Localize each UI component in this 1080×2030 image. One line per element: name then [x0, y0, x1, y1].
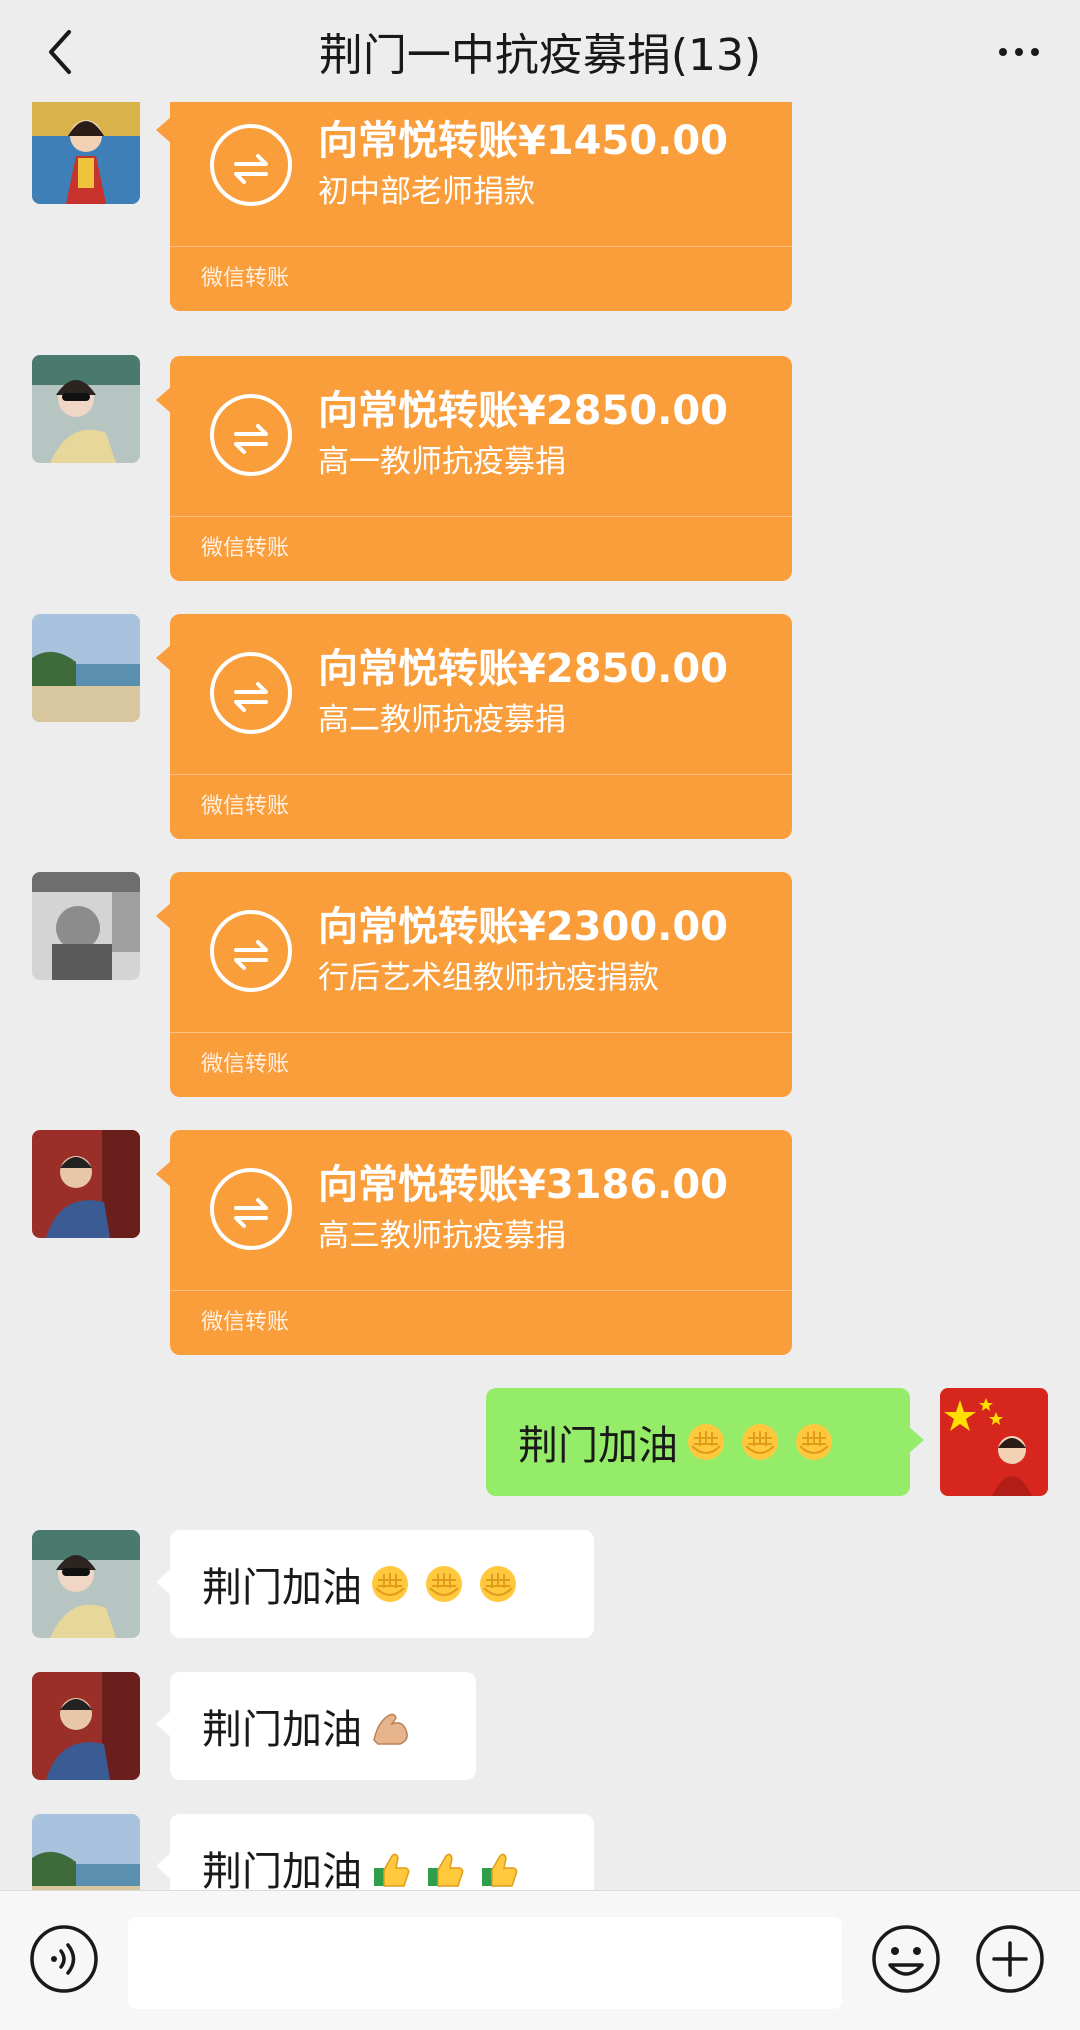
transfer-card[interactable]: 向常悦转账¥2850.00 高一教师抗疫募捐 微信转账 — [156, 356, 792, 581]
transfer-amount: 向常悦转账¥3186.00 — [318, 1162, 729, 1208]
transfer-amount: 向常悦转账¥2300.00 — [318, 904, 729, 950]
avatar[interactable] — [32, 1814, 140, 1890]
more-button[interactable] — [984, 22, 1054, 82]
avatar-self[interactable] — [940, 1388, 1048, 1496]
message-list[interactable]: 向常悦转账¥1450.00 初中部老师捐款 微信转账 向常悦转账¥2850.00… — [0, 102, 1080, 1890]
message-text: 荆门加油 — [202, 1707, 362, 1753]
plus-icon — [976, 1925, 1044, 1993]
transfer-icon — [210, 124, 292, 206]
transfer-card[interactable]: 向常悦转账¥2850.00 高二教师抗疫募捐 微信转账 — [156, 614, 792, 839]
back-button[interactable] — [30, 22, 90, 82]
message-text: 荆门加油 — [202, 1565, 362, 1611]
avatar[interactable] — [32, 872, 140, 980]
transfer-card[interactable]: 向常悦转账¥1450.00 初中部老师捐款 微信转账 — [156, 102, 792, 311]
transfer-note: 高三教师抗疫募捐 — [318, 1218, 566, 1254]
message-input[interactable] — [128, 1917, 842, 2009]
transfer-footer: 微信转账 — [201, 1052, 290, 1077]
voice-button[interactable] — [28, 1923, 100, 1999]
thumbs-up-emoji — [373, 1853, 518, 1887]
message-bubble[interactable]: 荆门加油 — [156, 1530, 594, 1638]
transfer-card[interactable]: 向常悦转账¥2300.00 行后艺术组教师抗疫捐款 微信转账 — [156, 872, 792, 1097]
transfer-icon — [210, 1168, 292, 1250]
avatar[interactable] — [32, 1530, 140, 1638]
plus-button[interactable] — [974, 1923, 1046, 1999]
message-bubble[interactable]: 荆门加油 — [156, 1672, 476, 1780]
emoji-button[interactable] — [870, 1923, 942, 1999]
avatar[interactable] — [32, 102, 140, 204]
transfer-note: 行后艺术组教师抗疫捐款 — [318, 960, 659, 996]
transfer-card[interactable]: 向常悦转账¥3186.00 高三教师抗疫募捐 微信转账 — [156, 1130, 792, 1355]
transfer-icon — [210, 652, 292, 734]
chat-header: 荆门一中抗疫募捐(13) — [0, 0, 1080, 102]
input-bar — [0, 1890, 1080, 2030]
transfer-note: 初中部老师捐款 — [318, 174, 535, 210]
transfer-footer: 微信转账 — [201, 266, 290, 291]
message-bubble[interactable]: 荆门加油 — [156, 1814, 594, 1890]
transfer-amount: 向常悦转账¥2850.00 — [318, 646, 729, 692]
fist-emoji — [687, 1423, 833, 1461]
message-text: 荆门加油 — [202, 1849, 362, 1890]
voice-icon — [30, 1925, 98, 1993]
avatar[interactable] — [32, 1130, 140, 1238]
avatar[interactable] — [32, 614, 140, 722]
chat-title: 荆门一中抗疫募捐(13) — [318, 30, 762, 81]
transfer-icon — [210, 910, 292, 992]
message-text: 荆门加油 — [518, 1423, 678, 1469]
emoji-icon — [872, 1925, 940, 1993]
transfer-note: 高一教师抗疫募捐 — [318, 444, 566, 480]
avatar[interactable] — [32, 355, 140, 463]
fist-emoji — [371, 1565, 517, 1603]
transfer-footer: 微信转账 — [201, 794, 290, 819]
transfer-amount: 向常悦转账¥2850.00 — [318, 388, 729, 434]
more-dots-icon — [999, 48, 1007, 56]
transfer-footer: 微信转账 — [201, 1310, 290, 1335]
message-bubble-self[interactable]: 荆门加油 — [486, 1388, 924, 1496]
transfer-icon — [210, 394, 292, 476]
transfer-note: 高二教师抗疫募捐 — [318, 702, 566, 738]
transfer-footer: 微信转账 — [201, 536, 290, 561]
chevron-left-icon — [49, 30, 71, 74]
flexed-biceps-emoji — [373, 1713, 408, 1745]
avatar[interactable] — [32, 1672, 140, 1780]
transfer-amount: 向常悦转账¥1450.00 — [318, 118, 729, 164]
